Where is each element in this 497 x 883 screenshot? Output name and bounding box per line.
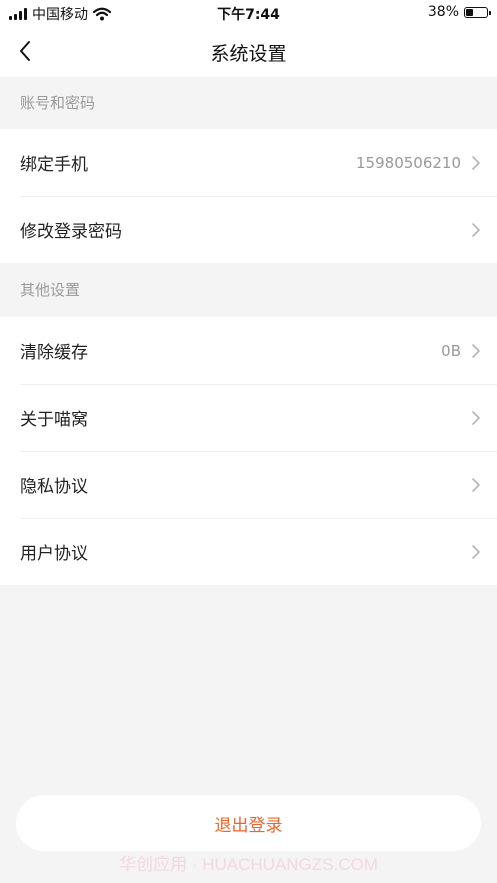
- section-header-other: 其他设置: [0, 263, 497, 317]
- battery-icon: [464, 6, 491, 18]
- change-password-label: 修改登录密码: [20, 222, 122, 242]
- user-agreement-label: 用户协议: [20, 544, 88, 564]
- privacy-policy-label: 隐私协议: [20, 477, 88, 497]
- about-row[interactable]: 关于喵窝: [0, 384, 497, 451]
- chevron-right-icon: [472, 410, 480, 425]
- clear-cache-label: 清除缓存: [20, 343, 88, 363]
- logout-button[interactable]: 退出登录: [16, 795, 481, 851]
- status-time: 下午7:44: [217, 7, 280, 23]
- status-bar-right: 38%: [427, 4, 491, 20]
- user-agreement-row[interactable]: 用户协议: [0, 518, 497, 585]
- change-password-row[interactable]: 修改登录密码: [0, 196, 497, 263]
- watermark: 华创应用 · HUACHUANGZS.COM: [119, 855, 378, 874]
- clear-cache-row[interactable]: 清除缓存 0B: [0, 317, 497, 384]
- chevron-right-icon: [472, 544, 480, 559]
- chevron-right-icon: [472, 343, 480, 358]
- bound-phone-number: 15980506210: [356, 153, 461, 172]
- cache-size: 0B: [441, 341, 461, 360]
- navigation-bar: 系统设置: [0, 26, 497, 77]
- bind-phone-row[interactable]: 绑定手机 15980506210: [0, 129, 497, 196]
- about-label: 关于喵窝: [20, 410, 88, 430]
- privacy-policy-row[interactable]: 隐私协议: [0, 451, 497, 518]
- status-bar: 中国移动 下午7:44 38%: [0, 0, 497, 26]
- chevron-right-icon: [472, 155, 480, 170]
- section-header-account: 账号和密码: [0, 77, 497, 129]
- battery-level: [466, 8, 473, 16]
- battery-percent: 38%: [427, 4, 459, 20]
- bind-phone-label: 绑定手机: [20, 155, 88, 175]
- chevron-right-icon: [472, 477, 480, 492]
- other-settings-group: 清除缓存 0B 关于喵窝 隐私协议 用户协议: [0, 317, 497, 585]
- chevron-right-icon: [472, 222, 480, 237]
- page-title: 系统设置: [210, 43, 287, 65]
- account-settings-group: 绑定手机 15980506210 修改登录密码: [0, 129, 497, 263]
